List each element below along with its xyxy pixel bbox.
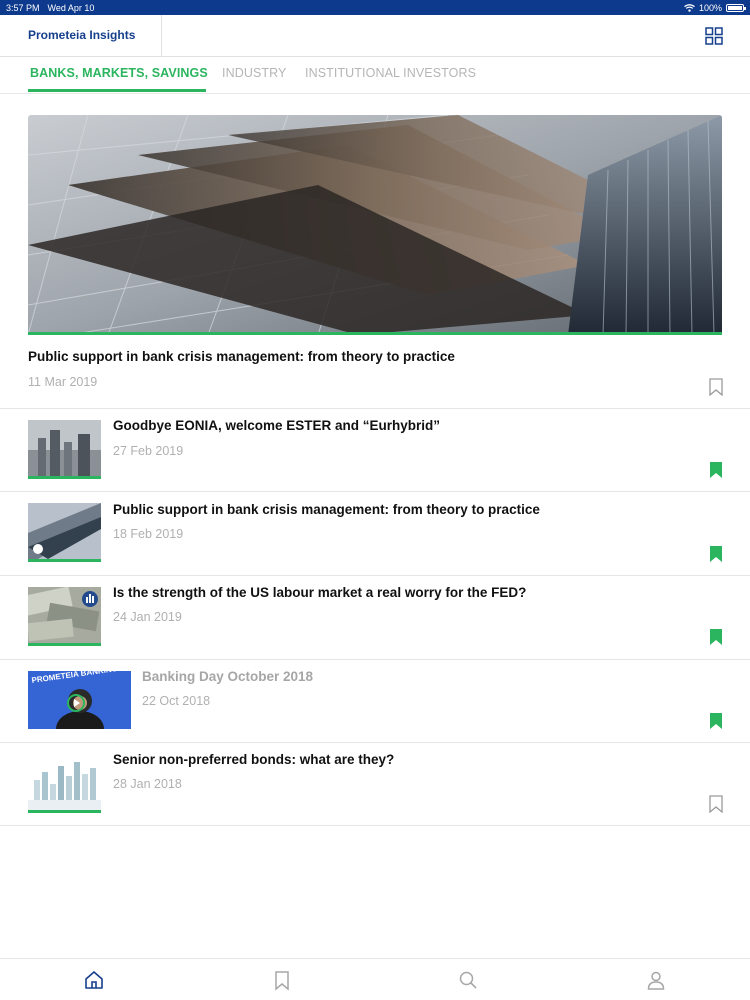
thumbnail-accent <box>28 559 101 562</box>
article-thumbnail[interactable] <box>28 503 101 559</box>
tab-banks-markets-savings[interactable]: BANKS, MARKETS, SAVINGS <box>30 66 208 80</box>
status-time: 3:57 PM <box>6 2 40 13</box>
header-divider <box>161 15 162 57</box>
article-title[interactable]: Goodbye EONIA, welcome ESTER and “Eurhyb… <box>113 418 440 433</box>
active-tab-indicator <box>28 89 206 92</box>
user-icon[interactable] <box>645 969 667 991</box>
bookmark-icon[interactable] <box>708 461 724 479</box>
battery-level-fill <box>728 5 742 10</box>
row-separator <box>0 408 750 409</box>
row-separator <box>0 825 750 826</box>
article-title[interactable]: Is the strength of the US labour market … <box>113 585 526 600</box>
status-date: Wed Apr 10 <box>47 2 95 13</box>
article-thumbnail[interactable] <box>28 587 101 643</box>
featured-article-date: 11 Mar 2019 <box>28 375 98 389</box>
status-bar: 3:57 PM Wed Apr 10 100% <box>0 0 750 15</box>
battery-icon <box>726 3 746 12</box>
battery-percentage: 100% <box>698 2 722 13</box>
home-icon[interactable] <box>83 969 105 991</box>
featured-image-accent <box>28 332 722 335</box>
row-separator <box>0 659 750 660</box>
row-separator <box>0 575 750 576</box>
featured-article-image[interactable] <box>28 115 722 335</box>
article-title[interactable]: Public support in bank crisis management… <box>113 502 540 517</box>
app-title: Prometeia Insights <box>28 28 136 42</box>
bookmark-icon[interactable] <box>708 712 724 730</box>
article-thumbnail[interactable] <box>28 754 101 810</box>
bookmark-icon[interactable] <box>708 628 724 646</box>
thumbnail-accent <box>28 476 101 479</box>
bottom-navigation <box>0 958 750 1000</box>
bookmark-icon[interactable] <box>271 969 293 991</box>
search-icon[interactable] <box>457 969 479 991</box>
video-thumbnail[interactable]: PROMETEIA BANKING DAY <box>28 671 131 729</box>
row-separator <box>0 742 750 743</box>
category-tabs: BANKS, MARKETS, SAVINGS INDUSTRY INSTITU… <box>0 57 750 94</box>
article-thumbnail[interactable] <box>28 420 101 476</box>
article-date: 27 Feb 2019 <box>113 444 184 458</box>
article-title[interactable]: Senior non-preferred bonds: what are the… <box>113 752 394 767</box>
article-date: 18 Feb 2019 <box>113 527 184 541</box>
article-date: 24 Jan 2019 <box>113 610 182 624</box>
article-date: 28 Jan 2018 <box>113 777 182 791</box>
tab-institutional-investors[interactable]: INSTITUTIONAL INVESTORS <box>305 66 476 80</box>
featured-article-title[interactable]: Public support in bank crisis management… <box>28 349 455 364</box>
article-title[interactable]: Banking Day October 2018 <box>142 669 313 684</box>
row-separator <box>0 491 750 492</box>
bookmark-icon[interactable] <box>708 378 724 396</box>
tab-industry[interactable]: INDUSTRY <box>222 66 286 80</box>
article-date: 22 Oct 2018 <box>142 694 211 708</box>
bookmark-icon[interactable] <box>708 545 724 563</box>
app-header: Prometeia Insights <box>0 15 750 57</box>
thumbnail-accent <box>28 810 101 813</box>
thumbnail-accent <box>28 643 101 646</box>
bookmark-icon[interactable] <box>708 795 724 813</box>
wifi-icon <box>684 3 695 12</box>
grid-icon[interactable] <box>705 27 723 45</box>
